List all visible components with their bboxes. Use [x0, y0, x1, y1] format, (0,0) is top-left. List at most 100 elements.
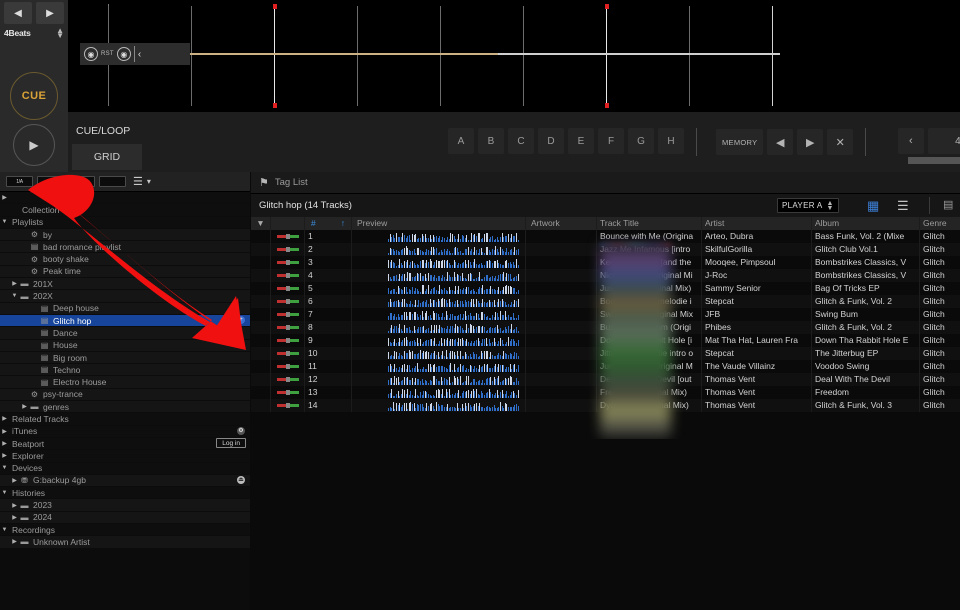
- column-header-preview[interactable]: Preview: [352, 217, 526, 230]
- disclosure-open-icon[interactable]: ▼: [0, 219, 9, 225]
- track-waveform-preview[interactable]: [352, 347, 526, 360]
- sidebar-item-peak-time[interactable]: ▶⚙ Peak time: [0, 265, 250, 278]
- column-header-album[interactable]: Album: [812, 217, 920, 230]
- track-color-marker[interactable]: [271, 347, 305, 360]
- disclosure-closed-icon[interactable]: ▶: [0, 428, 9, 435]
- disclosure-closed-icon[interactable]: ▶: [30, 379, 39, 386]
- track-color-marker[interactable]: [271, 243, 305, 256]
- beatport-login-button[interactable]: Log in: [216, 438, 246, 449]
- cue-button[interactable]: CUE: [10, 72, 58, 120]
- track-table-body[interactable]: 1 Bounce with Me (Origina Arteo, Dubra Bass…: [251, 230, 960, 439]
- sidebar-item-playlists[interactable]: ▼ Playlists: [0, 216, 250, 228]
- tag-list-bar[interactable]: ⚑ Tag List: [251, 172, 960, 194]
- track-color-marker[interactable]: [271, 334, 305, 347]
- track-color-marker[interactable]: [271, 308, 305, 321]
- sidebar-item-booty-shake[interactable]: ▶⚙ booty shake: [0, 253, 250, 265]
- sidebar-item-row-0[interactable]: ▶: [0, 192, 250, 204]
- sidebar-item-202x[interactable]: ▼ ▬ 202X: [0, 290, 250, 302]
- disclosure-closed-icon[interactable]: ▶: [20, 391, 29, 398]
- sidebar-item-glitch-hop[interactable]: ▶▤ Glitch hop +: [0, 314, 250, 327]
- disclosure-open-icon[interactable]: ▼: [0, 527, 9, 533]
- play-button[interactable]: ▶: [13, 124, 55, 166]
- hot-cue-b[interactable]: B: [478, 128, 504, 154]
- memory-delete-button[interactable]: ✕: [827, 129, 854, 155]
- zoom-prev-button[interactable]: ‹: [898, 128, 924, 154]
- waveform-display[interactable]: ◉ RST ◉ ‹: [68, 0, 960, 112]
- row-action-badge[interactable]: ⚙: [237, 427, 245, 436]
- disclosure-closed-icon[interactable]: ▶: [0, 194, 9, 201]
- track-color-marker[interactable]: [271, 282, 305, 295]
- sidebar-item-201x[interactable]: ▶ ▬ 201X: [0, 278, 250, 290]
- zoom-value-button[interactable]: 4: [928, 128, 960, 154]
- disclosure-closed-icon[interactable]: ▶: [10, 477, 19, 484]
- disclosure-closed-icon[interactable]: ▶: [10, 206, 19, 213]
- column-header-artist[interactable]: Artist: [702, 217, 812, 230]
- disclosure-closed-icon[interactable]: ▶: [10, 280, 19, 287]
- list-view-icon[interactable]: ☰: [133, 176, 143, 187]
- sidebar-item-explorer[interactable]: ▶ Explorer: [0, 450, 250, 462]
- track-color-marker[interactable]: [271, 269, 305, 282]
- track-waveform-preview[interactable]: [352, 230, 526, 243]
- sidebar-item-techno[interactable]: ▶▤ Techno: [0, 364, 250, 376]
- track-color-marker[interactable]: [271, 295, 305, 308]
- row-action-badge[interactable]: +: [237, 316, 245, 325]
- disclosure-closed-icon[interactable]: ▶: [10, 538, 19, 545]
- disclosure-closed-icon[interactable]: ▶: [20, 268, 29, 275]
- sidebar-item-electro-house[interactable]: ▶▤ Electro House: [0, 376, 250, 388]
- sidebar-item-2024[interactable]: ▶ ▬ 2024: [0, 511, 250, 524]
- sidebar-item-deep-house[interactable]: ▶▤ Deep house: [0, 302, 250, 314]
- track-color-marker[interactable]: [271, 373, 305, 386]
- row-action-badge[interactable]: ⏏: [237, 476, 245, 485]
- sidebar-item-dance[interactable]: ▶▤ Dance: [0, 327, 250, 339]
- filter-icon[interactable]: ▼: [251, 217, 271, 230]
- toolbar-button-2[interactable]: [37, 176, 64, 187]
- disclosure-closed-icon[interactable]: ▶: [30, 366, 39, 373]
- sidebar-item-related-tracks[interactable]: ▶ Related Tracks: [0, 413, 250, 425]
- tab-grid[interactable]: GRID: [72, 144, 142, 170]
- hot-cue-c[interactable]: C: [508, 128, 534, 154]
- disclosure-closed-icon[interactable]: ▶: [20, 403, 29, 410]
- track-color-marker[interactable]: [271, 321, 305, 334]
- table-row[interactable]: 1 Bounce with Me (Origina Arteo, Dubra Bass…: [251, 230, 960, 243]
- sidebar-item-2023[interactable]: ▶ ▬ 2023: [0, 499, 250, 511]
- sidebar-item-beatport[interactable]: ▶ Beatport Log in: [0, 437, 250, 450]
- column-header-genre[interactable]: Genre: [920, 217, 960, 230]
- disclosure-closed-icon[interactable]: ▶: [30, 317, 39, 324]
- track-waveform-preview[interactable]: [352, 256, 526, 269]
- track-waveform-preview[interactable]: [352, 308, 526, 321]
- sidebar-item-by[interactable]: ▶⚙ by: [0, 228, 250, 241]
- disclosure-closed-icon[interactable]: ▶: [30, 329, 39, 336]
- hot-cue-g[interactable]: G: [628, 128, 654, 154]
- track-waveform-preview[interactable]: [352, 282, 526, 295]
- nudge-back-button[interactable]: ◀: [4, 2, 32, 24]
- disclosure-closed-icon[interactable]: ▶: [10, 514, 19, 521]
- track-waveform-preview[interactable]: [352, 399, 526, 412]
- disclosure-open-icon[interactable]: ▼: [10, 293, 19, 299]
- track-color-marker[interactable]: [271, 386, 305, 399]
- sidebar-item-house[interactable]: ▶▤ House: [0, 339, 250, 351]
- sidebar-item-big-room[interactable]: ▶▤ Big room: [0, 351, 250, 364]
- tab-cue-loop[interactable]: CUE/LOOP: [72, 118, 142, 144]
- disclosure-closed-icon[interactable]: ▶: [0, 440, 9, 447]
- sidebar-item-psy-trance[interactable]: ▶⚙ psy-trance: [0, 388, 250, 401]
- column-header-mark[interactable]: [271, 217, 305, 230]
- track-waveform-preview[interactable]: [352, 243, 526, 256]
- track-waveform-preview[interactable]: [352, 373, 526, 386]
- disclosure-closed-icon[interactable]: ▶: [30, 354, 39, 361]
- track-waveform-preview[interactable]: [352, 321, 526, 334]
- loop-reset-label[interactable]: RST: [101, 51, 114, 57]
- list-view-icon[interactable]: ☰: [897, 198, 909, 214]
- sidebar-item-unknown-artist[interactable]: ▶ ▬ Unknown Artist: [0, 536, 250, 548]
- disclosure-closed-icon[interactable]: ▶: [0, 452, 9, 459]
- sidebar-item-bad-romance-playlist[interactable]: ▶▤ bad romance playlist: [0, 241, 250, 253]
- column-header-title[interactable]: Track Title: [597, 217, 702, 230]
- track-color-marker[interactable]: [271, 256, 305, 269]
- disclosure-open-icon[interactable]: ▼: [0, 490, 9, 496]
- sidebar-item-genres[interactable]: ▶ ▬ genres: [0, 401, 250, 413]
- hot-cue-d[interactable]: D: [538, 128, 564, 154]
- disclosure-closed-icon[interactable]: ▶: [10, 502, 19, 509]
- column-header-number[interactable]: # ↑: [305, 217, 352, 230]
- loop-prev-icon[interactable]: ‹: [138, 49, 141, 60]
- disclosure-closed-icon[interactable]: ▶: [20, 243, 29, 250]
- sidebar-item-histories[interactable]: ▼ Histories: [0, 487, 250, 499]
